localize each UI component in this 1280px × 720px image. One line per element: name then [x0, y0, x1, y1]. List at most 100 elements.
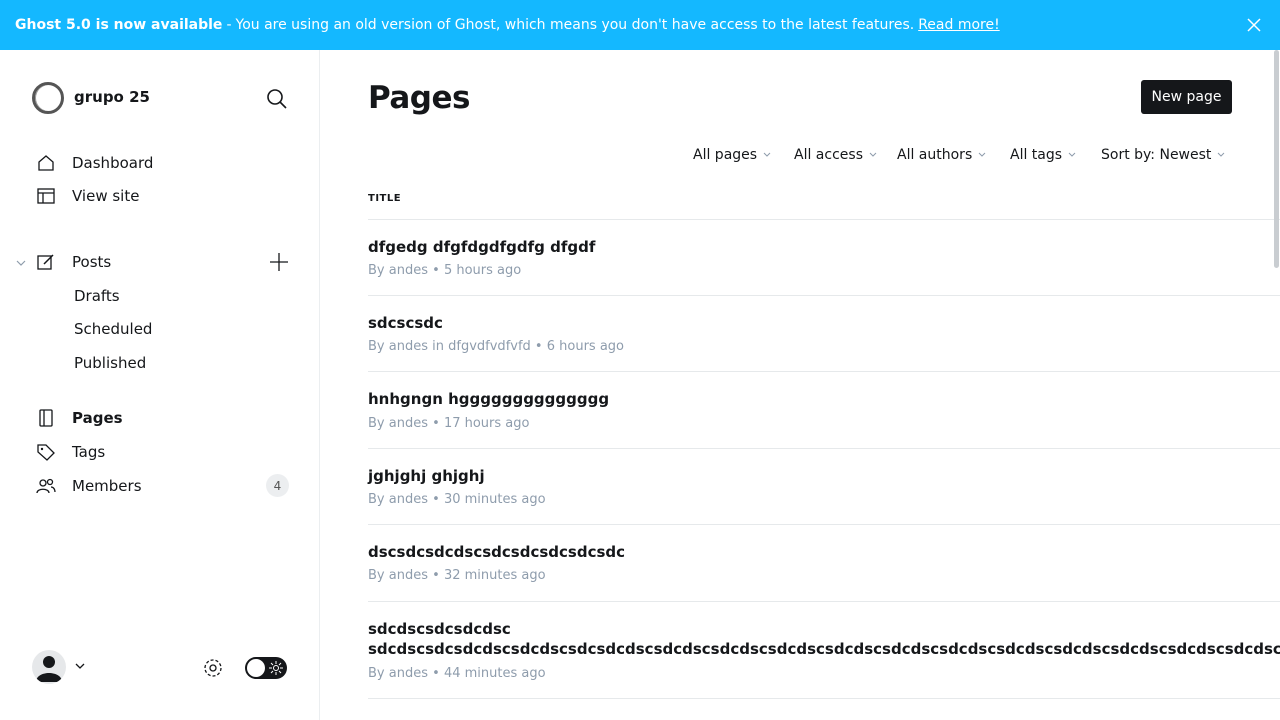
row-meta: By andes • 32 minutes ago	[368, 568, 546, 583]
nav-members[interactable]: Members	[36, 476, 142, 496]
meta-time: 30 minutes ago	[443, 492, 546, 507]
meta-author: andes	[388, 339, 428, 354]
nav-dashboard[interactable]: Dashboard	[36, 153, 153, 173]
avatar[interactable]	[32, 650, 66, 684]
layout-icon	[37, 188, 55, 204]
gear-icon[interactable]	[202, 657, 224, 679]
nav-pages[interactable]: Pages	[36, 408, 123, 428]
meta-by: By	[368, 416, 385, 431]
filter-pages[interactable]: All pages	[693, 147, 771, 163]
meta-by: By	[368, 263, 385, 278]
row-title: jghjghj ghjghj	[368, 467, 485, 485]
main-content: Pages New page All pages All access All …	[320, 50, 1280, 720]
site-logo[interactable]	[32, 82, 64, 114]
filter-authors-label: All authors	[897, 147, 973, 163]
banner-message: You are using an old version of Ghost, w…	[235, 17, 915, 33]
nav-tags[interactable]: Tags	[36, 442, 105, 462]
nav-posts[interactable]: Posts	[36, 252, 111, 272]
chevron-down-icon[interactable]	[15, 257, 27, 269]
search-icon[interactable]	[265, 87, 289, 111]
table-row[interactable]: dfgedg dfgfdgdfgdfg dfgdf By andes • 5 h…	[368, 220, 1280, 296]
row-meta: By andes • 5 hours ago	[368, 263, 522, 278]
nav-pages-label: Pages	[72, 409, 123, 427]
row-meta: By andes • 44 minutes ago	[368, 666, 546, 681]
chevron-down-icon	[1218, 152, 1225, 157]
chevron-down-icon	[763, 152, 771, 157]
meta-author: andes	[388, 492, 428, 507]
row-title: sdcscsdc	[368, 314, 443, 332]
toggle-knob	[247, 659, 265, 677]
nav-tags-label: Tags	[72, 443, 106, 461]
filter-access[interactable]: All access	[794, 147, 877, 163]
meta-time: 5 hours ago	[443, 263, 522, 278]
nav-dashboard-label: Dashboard	[72, 154, 154, 172]
meta-author: andes	[388, 263, 428, 278]
row-title-continuation: sdcdscsdcsdcdscsdcdscsdcsdcdscsdcdscsdcd…	[368, 640, 1280, 658]
meta-tag: dfgvdfvdfvfd	[448, 339, 531, 354]
theme-toggle[interactable]	[245, 657, 287, 679]
meta-by: By	[368, 339, 385, 354]
scrollbar[interactable]	[1274, 50, 1279, 268]
meta-by: By	[368, 492, 385, 507]
close-icon[interactable]	[1246, 17, 1262, 33]
nav-view-site[interactable]: View site	[36, 186, 139, 206]
sun-icon	[269, 661, 283, 675]
sort-order[interactable]: Sort by: Newest	[1101, 147, 1225, 163]
nav-scheduled[interactable]: Scheduled	[74, 320, 152, 338]
meta-time: 6 hours ago	[546, 339, 624, 354]
meta-author: andes	[388, 416, 428, 431]
meta-time: 44 minutes ago	[443, 666, 546, 681]
members-count-badge: 4	[266, 474, 289, 497]
sort-order-label: Sort by: Newest	[1101, 147, 1212, 163]
row-meta: By andes • 17 hours ago	[368, 416, 530, 431]
row-title: dscsdcsdcdscsdcsdcsdcsdcsdc	[368, 543, 626, 561]
members-icon	[36, 478, 56, 494]
row-title: hnhgngn hgggggggggggggg	[368, 390, 610, 408]
chevron-down-icon	[869, 152, 877, 157]
meta-in: in	[432, 339, 444, 354]
filter-tags[interactable]: All tags	[1010, 147, 1076, 163]
row-meta: By andes • 30 minutes ago	[368, 492, 546, 507]
chevron-down-icon[interactable]	[74, 660, 86, 672]
table-row[interactable]: sdcscsdc By andes in dfgvdfvdfvfd • 6 ho…	[368, 296, 1280, 372]
user-icon	[36, 656, 62, 682]
nav-posts-label: Posts	[72, 253, 112, 271]
nav-view-site-label: View site	[72, 187, 140, 205]
meta-author: andes	[388, 666, 428, 681]
page-title: Pages	[368, 80, 470, 116]
page-icon	[39, 409, 53, 427]
chevron-down-icon	[978, 152, 986, 157]
row-title: dfgedg dfgfdgdfgdfg dfgdf	[368, 238, 596, 256]
table-row[interactable]: hnhgngn hgggggggggggggg By andes • 17 ho…	[368, 372, 1280, 449]
nav-drafts[interactable]: Drafts	[74, 287, 120, 305]
meta-author: andes	[388, 568, 428, 583]
meta-by: By	[368, 666, 385, 681]
column-header-title: TITLE	[368, 193, 402, 204]
site-name[interactable]: grupo 25	[74, 88, 150, 106]
filter-authors[interactable]: All authors	[897, 147, 986, 163]
chevron-down-icon	[1068, 152, 1076, 157]
banner-separator: -	[226, 17, 232, 33]
sidebar: grupo 25 Dashboard View site Posts Draft…	[0, 50, 320, 720]
meta-time: 32 minutes ago	[443, 568, 546, 583]
nav-members-label: Members	[72, 477, 142, 495]
home-icon	[38, 155, 54, 171]
table-row[interactable]: dscsdcsdcdscsdcsdcsdcsdcsdc By andes • 3…	[368, 525, 1280, 602]
filter-access-label: All access	[794, 147, 863, 163]
read-more-link[interactable]: Read more!	[918, 17, 1000, 33]
table-row[interactable]: sdcdscsdcsdcdsc sdcdscsdcsdcdscsdcdscsdc…	[368, 602, 1280, 699]
table-row[interactable]: jghjghj ghjghj By andes • 30 minutes ago	[368, 449, 1280, 525]
filter-pages-label: All pages	[693, 147, 758, 163]
meta-time: 17 hours ago	[443, 416, 530, 431]
tag-icon	[37, 444, 55, 461]
banner-title: Ghost 5.0 is now available	[15, 17, 223, 33]
upgrade-banner: Ghost 5.0 is now available - You are usi…	[0, 0, 1280, 50]
meta-by: By	[368, 568, 385, 583]
row-meta: By andes in dfgvdfvdfvfd • 6 hours ago	[368, 339, 624, 354]
plus-icon[interactable]	[268, 251, 290, 273]
nav-published[interactable]: Published	[74, 354, 146, 372]
edit-icon	[37, 254, 54, 270]
new-page-button[interactable]: New page	[1141, 80, 1232, 114]
filter-tags-label: All tags	[1010, 147, 1063, 163]
row-title: sdcdscsdcsdcdsc	[368, 620, 511, 638]
